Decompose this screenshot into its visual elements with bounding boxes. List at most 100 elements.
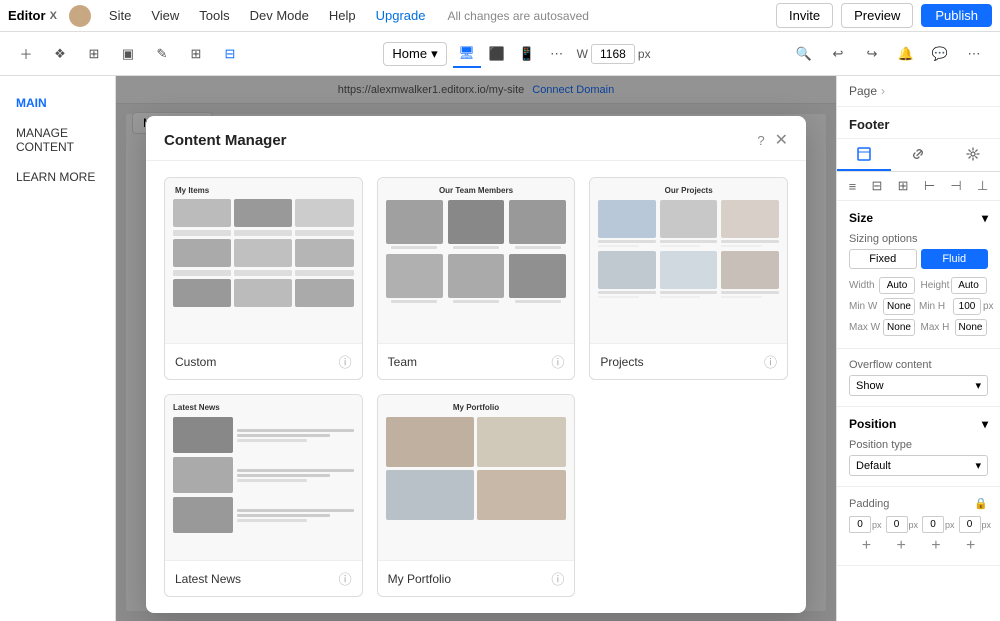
components-icon[interactable]: ❖ (46, 40, 74, 68)
width-value-input[interactable] (879, 277, 915, 294)
media-icon[interactable]: ▣ (114, 40, 142, 68)
preview-button[interactable]: Preview (841, 3, 913, 28)
tablet-btn[interactable]: ⬛ (483, 40, 511, 68)
sidebar-item-manage-content[interactable]: MANAGE CONTENT (0, 118, 115, 162)
undo-icon[interactable]: ↩ (824, 40, 852, 68)
layout-icon[interactable]: ⊟ (216, 40, 244, 68)
panel-icon-5[interactable]: ⊣ (950, 178, 961, 194)
card-news[interactable]: Latest News (164, 394, 363, 597)
panel-section-title: Footer (837, 107, 1000, 139)
nav-devmode[interactable]: Dev Mode (240, 0, 319, 32)
overflow-label: Overflow content (849, 359, 988, 371)
nav-help[interactable]: Help (319, 0, 366, 32)
padding-left-input[interactable] (959, 516, 981, 533)
right-panel: Page › Footer (836, 76, 1000, 621)
mobile-btn[interactable]: 📱 (513, 40, 541, 68)
card-custom[interactable]: My Items (164, 177, 363, 380)
add-icon[interactable]: ＋ (12, 40, 40, 68)
chat-icon[interactable]: 💬 (926, 40, 954, 68)
notifications-icon[interactable]: 🔔 (892, 40, 920, 68)
maxh-field: Max H (921, 319, 989, 336)
page-selector[interactable]: Home ▾ (383, 42, 446, 66)
card-projects-footer: Projects ⓘ (590, 343, 787, 379)
overflow-select[interactable]: Show ▾ (849, 375, 988, 396)
apps-icon[interactable]: ⊞ (80, 40, 108, 68)
card-team[interactable]: Our Team Members (377, 177, 576, 380)
padding-bottom-unit: px (945, 520, 955, 530)
link-tab-icon (911, 147, 925, 161)
card-team-info-icon[interactable]: ⓘ (551, 352, 564, 371)
padding-add-3[interactable]: + (931, 537, 940, 555)
nav-upgrade[interactable]: Upgrade (366, 0, 436, 32)
padding-right-input[interactable] (886, 516, 908, 533)
fixed-btn[interactable]: Fixed (849, 249, 917, 269)
card-custom-info-icon[interactable]: ⓘ (339, 352, 352, 371)
size-section-chevron: ▾ (982, 211, 988, 225)
minh-unit: px (983, 301, 994, 312)
more-sizes-btn[interactable]: ⋯ (543, 40, 571, 68)
minw-input[interactable] (883, 298, 915, 315)
card-portfolio[interactable]: My Portfolio My (377, 394, 576, 597)
breadcrumb: Page › (837, 76, 1000, 107)
card-news-info-icon[interactable]: ⓘ (339, 569, 352, 588)
invite-button[interactable]: Invite (776, 3, 833, 28)
tab-settings[interactable] (946, 139, 1000, 171)
nav-view[interactable]: View (141, 0, 189, 32)
minw-field: Min W (849, 298, 915, 315)
fluid-btn[interactable]: Fluid (921, 249, 989, 269)
panel-icon-4[interactable]: ⊢ (924, 178, 935, 194)
sidebar-item-main[interactable]: MAIN (0, 88, 115, 118)
card-portfolio-info-icon[interactable]: ⓘ (551, 569, 564, 588)
padding-add-4[interactable]: + (966, 537, 975, 555)
card-projects-info-icon[interactable]: ⓘ (764, 352, 777, 371)
grid-icon[interactable]: ⊞ (182, 40, 210, 68)
publish-button[interactable]: Publish (921, 4, 992, 27)
desktop-btn[interactable]: 🖥 (453, 40, 481, 68)
padding-lock-icon[interactable]: 🔒 (974, 497, 988, 510)
padding-label: Padding (849, 498, 889, 510)
modal-help-icon[interactable]: ? (757, 133, 764, 148)
brush-icon[interactable]: ✎ (148, 40, 176, 68)
sidebar-item-learn-more[interactable]: LEARN MORE (0, 162, 115, 192)
width-input[interactable] (591, 44, 635, 64)
modal-close-button[interactable]: ✕ (775, 130, 788, 150)
toolbar-center: Home ▾ 🖥 ⬛ 📱 ⋯ W px (383, 40, 650, 68)
padding-add-2[interactable]: + (896, 537, 905, 555)
search-icon[interactable]: 🔍 (790, 40, 818, 68)
main-layout: MAIN MANAGE CONTENT LEARN MORE https://a… (0, 76, 1000, 621)
card-projects-preview: Our Projects (590, 178, 787, 343)
position-type-select[interactable]: Default ▾ (849, 455, 988, 476)
padding-top-input[interactable] (849, 516, 871, 533)
padding-right: px (886, 516, 919, 533)
card-projects[interactable]: Our Projects (589, 177, 788, 380)
editor-logo: Editor X (8, 8, 57, 23)
card-team-footer: Team ⓘ (378, 343, 575, 379)
logo-x: X (50, 10, 57, 22)
minh-input[interactable] (953, 298, 981, 315)
maxh-input[interactable] (955, 319, 987, 336)
redo-icon[interactable]: ↪ (858, 40, 886, 68)
card-projects-label: Projects (600, 355, 643, 369)
more-icon[interactable]: ⋯ (960, 40, 988, 68)
size-section-label: Size (849, 211, 873, 225)
tab-link[interactable] (891, 139, 945, 171)
breadcrumb-page: Page (849, 84, 877, 98)
card-news-footer: Latest News ⓘ (165, 560, 362, 596)
size-section-header[interactable]: Size ▾ (849, 211, 988, 225)
position-section: Position ▾ Position type Default ▾ (837, 407, 1000, 487)
panel-icon-2[interactable]: ⊟ (871, 178, 882, 194)
top-bar: Editor X Site View Tools Dev Mode Help U… (0, 0, 1000, 32)
nav-site[interactable]: Site (99, 0, 141, 32)
avatar[interactable] (69, 5, 91, 27)
padding-add-1[interactable]: + (862, 537, 871, 555)
maxw-input[interactable] (883, 319, 915, 336)
height-value-input[interactable] (951, 277, 987, 294)
panel-icon-1[interactable]: ≡ (849, 179, 857, 194)
position-section-header[interactable]: Position ▾ (849, 417, 988, 431)
padding-bottom-input[interactable] (922, 516, 944, 533)
panel-icon-3[interactable]: ⊞ (898, 178, 909, 194)
panel-icon-6[interactable]: ⊥ (977, 178, 988, 194)
nav-tools[interactable]: Tools (189, 0, 239, 32)
tab-layout[interactable] (837, 139, 891, 171)
modal-header-actions: ? ✕ (757, 130, 788, 150)
